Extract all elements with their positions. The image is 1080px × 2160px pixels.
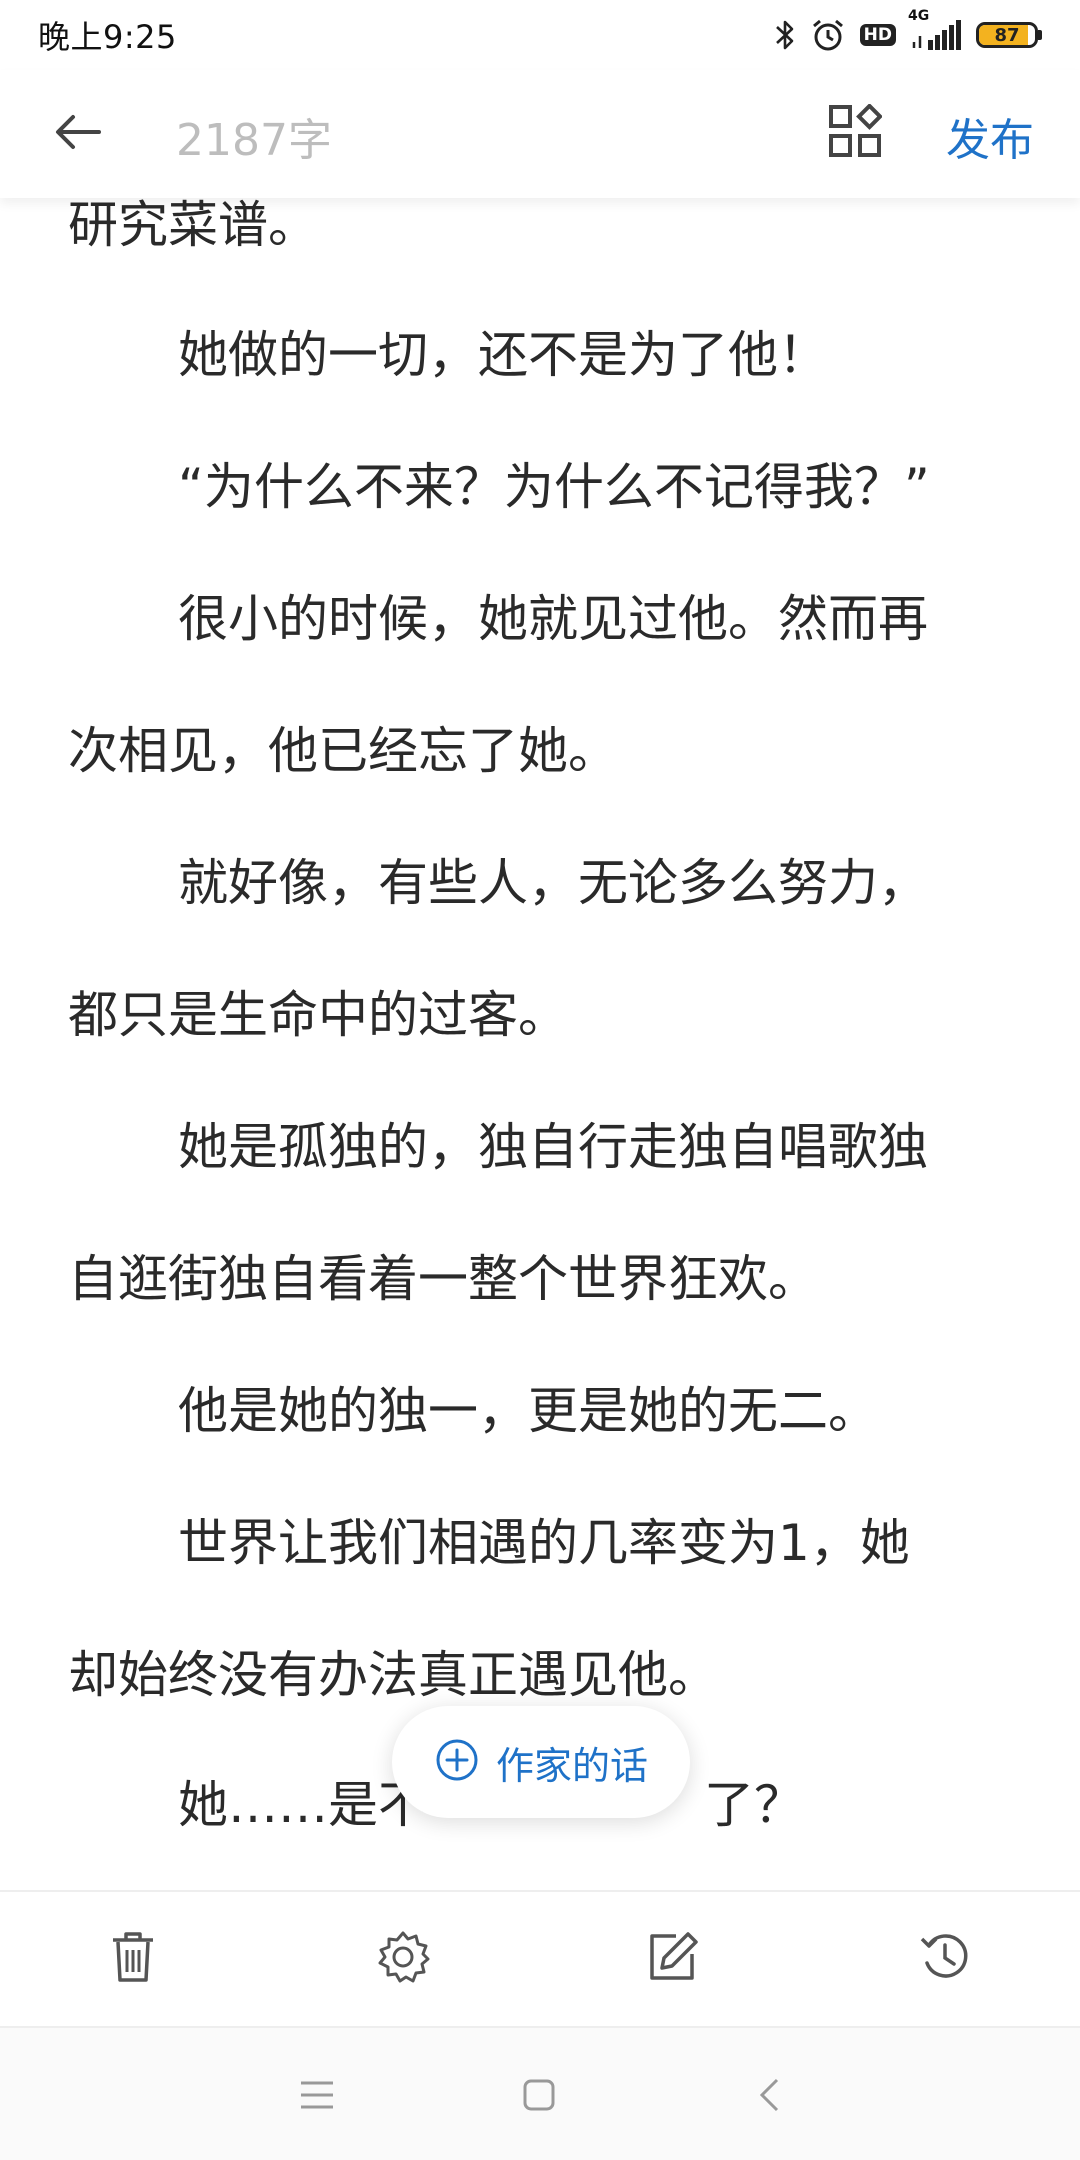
edit-icon (646, 1930, 700, 1988)
edit-button[interactable] (638, 1924, 708, 1994)
paragraph: 就好像，有些人，无论多么努力， (178, 854, 928, 912)
history-icon (917, 1929, 973, 1989)
publish-button[interactable]: 发布 (946, 104, 1034, 168)
battery-icon: 87 (976, 22, 1042, 48)
paragraph: 他是她的独一，更是她的无二。 (178, 1382, 878, 1440)
signal-icon: 4G (908, 8, 962, 50)
status-icons: HD 4G 87 (774, 8, 1042, 53)
paragraph: 她做的一切，还不是为了他！ (178, 326, 828, 384)
home-button[interactable] (514, 2072, 564, 2122)
hd-icon: HD (859, 24, 896, 46)
author-note-button[interactable]: 作家的话 (392, 1706, 690, 1818)
bluetooth-icon (774, 18, 796, 52)
back-button[interactable] (50, 106, 106, 162)
status-bar: 晚上9:25 HD 4G 87 (0, 0, 1080, 70)
author-note-label: 作家的话 (495, 1743, 648, 1788)
trash-icon (109, 1930, 157, 1988)
paragraph: 自逛街独自看着一整个世界狂欢。 (68, 1250, 818, 1308)
paragraph: “为什么不来？为什么不记得我？” (178, 458, 930, 516)
network-type-label: 4G (908, 8, 930, 24)
word-count: 2187字 (176, 115, 332, 166)
battery-level-label: 87 (994, 24, 1020, 46)
menu-icon (299, 2080, 335, 2114)
paragraph: 次相见，他已经忘了她。 (68, 722, 618, 780)
nav-back-button[interactable] (744, 2072, 794, 2122)
layout-button[interactable] (822, 100, 888, 166)
system-nav-bar (0, 2028, 1080, 2160)
paragraph: 她……是不 (178, 1776, 428, 1834)
home-square-icon (522, 2078, 556, 2116)
editor-toolbar (0, 1890, 1080, 2028)
settings-button[interactable] (368, 1924, 438, 1994)
recents-button[interactable] (292, 2072, 342, 2122)
status-time: 晚上9:25 (38, 18, 177, 56)
plus-circle-icon (434, 1737, 480, 1787)
history-button[interactable] (910, 1924, 980, 1994)
paragraph: 都只是生命中的过客。 (68, 986, 568, 1044)
paragraph: 世界让我们相遇的几率变为1，她 (178, 1514, 910, 1572)
settings-gear-icon (376, 1930, 430, 1988)
back-arrow-icon (53, 112, 103, 156)
alarm-icon (810, 17, 846, 53)
paragraph: 她是孤独的，独自行走独自唱歌独 (178, 1118, 928, 1176)
delete-button[interactable] (98, 1924, 168, 1994)
editor-header: 2187字 发布 (0, 70, 1080, 198)
layout-grid-icon (828, 103, 883, 162)
paragraph: 很小的时候，她就见过他。然而再 (178, 590, 928, 648)
paragraph: 却始终没有办法真正遇见他。 (68, 1646, 718, 1704)
back-chevron-icon (757, 2077, 781, 2117)
paragraph-fragment: 了？ (704, 1776, 804, 1834)
